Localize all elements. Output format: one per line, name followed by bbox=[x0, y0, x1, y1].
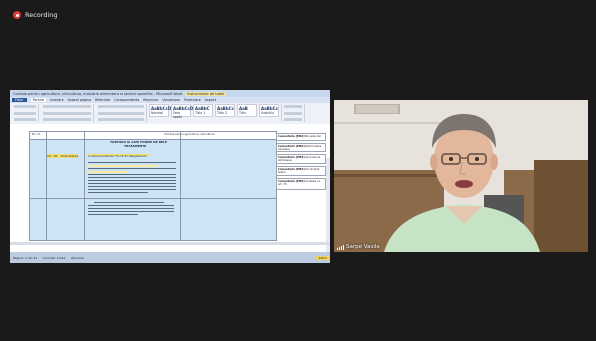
word-title-bar: Comisia pentru agricultura, silvicultura… bbox=[10, 90, 330, 97]
comment-3[interactable]: Comentariu [MS3] Se propune eliminarea bbox=[276, 154, 326, 164]
tab-home[interactable]: Pornire bbox=[30, 98, 47, 102]
section-title-2: TRATAMENTE bbox=[124, 144, 147, 148]
recording-label: Recording bbox=[25, 11, 58, 19]
comments-pane: Comentariu [MS1] Nu este clar Comentariu… bbox=[276, 127, 328, 243]
zoom-level[interactable]: 100% bbox=[316, 255, 329, 260]
comment-2[interactable]: Comentariu [MS2] Reformulare necesara bbox=[276, 143, 326, 152]
ribbon: AaBbCcDc Normal AaBbCcDc Fara spatii AaBbC… bbox=[10, 103, 330, 126]
paragraph-group[interactable] bbox=[96, 104, 147, 122]
style-title[interactable]: AaB Titlu bbox=[237, 104, 257, 117]
font-group[interactable] bbox=[41, 104, 94, 122]
tab-layout[interactable]: Aspect pagina bbox=[68, 98, 91, 102]
tab-insert[interactable]: Inserare bbox=[50, 98, 64, 102]
column-proposal bbox=[180, 132, 275, 240]
tab-review[interactable]: Revizuire bbox=[143, 98, 158, 102]
tab-references[interactable]: Referinte bbox=[95, 98, 110, 102]
styles-gallery[interactable]: AaBbCcDc Normal AaBbCcDc Fara spatii AaBbC… bbox=[149, 104, 279, 124]
participant-video-feed bbox=[334, 100, 588, 252]
style-no-spacing[interactable]: AaBbCcDc Fara spatii bbox=[171, 104, 196, 119]
horizontal-scrollbar[interactable] bbox=[10, 242, 330, 245]
tab-mailings[interactable]: Corespondenta bbox=[114, 98, 139, 102]
comment-5[interactable]: Comentariu [MS5] Corelare cu art. 75 bbox=[276, 178, 326, 190]
word-title: Comisia pentru agricultura, silvicultura… bbox=[13, 91, 183, 96]
table-tools-label: Instrumente de tabel bbox=[185, 91, 227, 96]
comparison-table: Nr. crt. Comisia pentru agricultura, sil… bbox=[29, 131, 277, 241]
tab-view[interactable]: Vizualizare bbox=[162, 98, 180, 102]
editing-group[interactable] bbox=[281, 104, 305, 122]
language-indicator[interactable]: Romana bbox=[71, 256, 83, 260]
tab-file[interactable]: Fisier bbox=[12, 98, 27, 102]
word-count[interactable]: Cuvinte: 5.012 bbox=[43, 256, 65, 260]
vertical-scrollbar[interactable] bbox=[326, 158, 330, 263]
recording-indicator: Recording bbox=[13, 11, 58, 19]
style-heading-1[interactable]: AaBbC Titlu 1 bbox=[193, 104, 213, 117]
column-article bbox=[46, 132, 85, 240]
page-indicator[interactable]: Pagina: 1 din 21 bbox=[13, 256, 37, 260]
paragraph-intro: In sensul prezentei 75-76 din Regulament bbox=[88, 154, 147, 158]
article-label: Art. 76. - Exercitarea bbox=[47, 154, 79, 158]
comment-4[interactable]: Comentariu [MS4] De revizuit textul bbox=[276, 166, 326, 176]
style-subtitle[interactable]: AaBbCc Subtitlu bbox=[259, 104, 279, 117]
tab-design[interactable]: Proiectare bbox=[184, 98, 201, 102]
participant-name: Sarpe Vasile bbox=[346, 244, 380, 250]
record-icon bbox=[13, 11, 21, 19]
status-bar: Pagina: 1 din 21 Cuvinte: 5.012 Romana 1… bbox=[10, 252, 330, 263]
document-area[interactable]: Nr. crt. Comisia pentru agricultura, sil… bbox=[10, 124, 330, 263]
column-number bbox=[30, 132, 47, 240]
shared-screen: Comisia pentru agricultura, silvicultura… bbox=[10, 90, 330, 263]
participant-video[interactable]: Sarpe Vasile bbox=[334, 100, 588, 252]
clipboard-group[interactable] bbox=[12, 104, 39, 122]
participant-name-tag: Sarpe Vasile bbox=[337, 244, 380, 250]
document-page: Nr. crt. Comisia pentru agricultura, sil… bbox=[13, 127, 277, 243]
signal-icon bbox=[337, 244, 344, 250]
style-heading-2[interactable]: AaBbCc Titlu 2 bbox=[215, 104, 235, 117]
tab-table-layout[interactable]: Aspect bbox=[205, 98, 216, 102]
comment-1[interactable]: Comentariu [MS1] Nu este clar bbox=[276, 133, 326, 141]
style-normal[interactable]: AaBbCcDc Normal bbox=[149, 104, 174, 117]
